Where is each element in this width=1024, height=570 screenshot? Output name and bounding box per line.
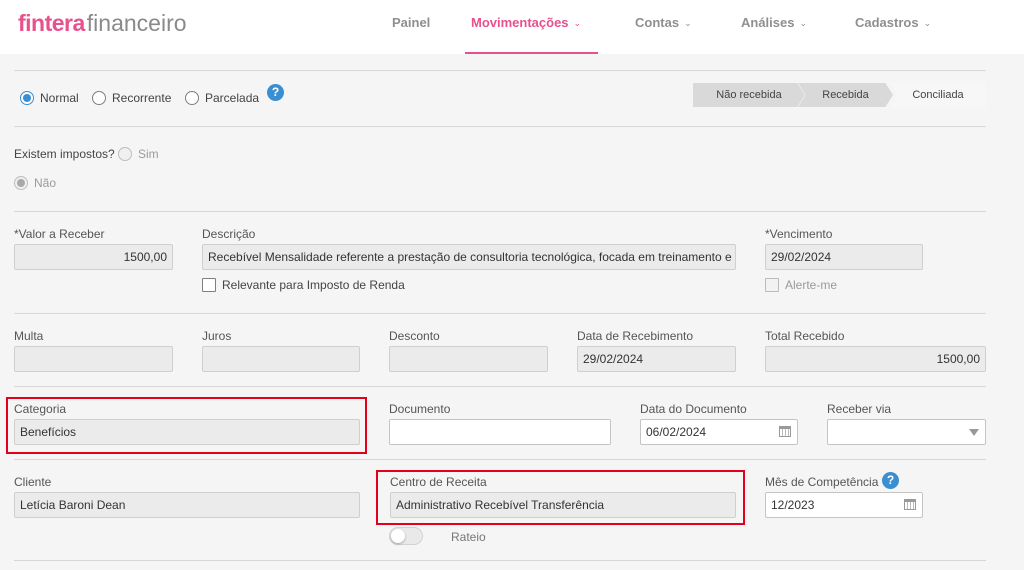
nav-contas-label: Contas [635,15,680,30]
mes-competencia-input[interactable]: 12/2023 [765,492,923,518]
chevron-down-icon: ⌄ [923,18,932,28]
calendar-icon[interactable] [779,426,791,437]
total-recebido-label: Total Recebido [765,329,845,343]
chevron-down-icon: ⌄ [799,18,808,28]
cliente-label: Cliente [14,475,52,489]
valor-label: *Valor a Receber [14,227,105,241]
mes-competencia-label: Mês de Competência [765,475,879,489]
mes-competencia-value: 12/2023 [771,498,815,512]
centro-receita-input[interactable]: Administrativo Recebível Transferência [390,492,736,518]
alerte-me-label: Alerte-me [785,278,838,292]
nav-analises-label: Análises [741,15,795,30]
desconto-input[interactable] [389,346,548,372]
radio-recorrente[interactable] [92,91,106,105]
radio-taxes-no-label: Não [34,176,57,190]
juros-input[interactable] [202,346,360,372]
data-recebimento-label: Data de Recebimento [577,329,694,343]
alerte-me-checkbox[interactable] [765,278,779,292]
divider [14,126,986,127]
radio-taxes-yes[interactable] [118,147,132,161]
chevron-down-icon: ⌄ [573,18,582,28]
status-step-recebida[interactable]: Recebida [798,83,893,107]
cliente-input[interactable]: Letícia Baroni Dean [14,492,360,518]
nav-contas[interactable]: Contas ⌄ [635,15,692,30]
radio-taxes-no[interactable] [14,176,28,190]
status-step-nao-recebida[interactable]: Não recebida [693,83,805,107]
divider [14,459,986,460]
categoria-label: Categoria [14,402,67,416]
total-recebido-input[interactable]: 1500,00 [765,346,986,372]
relevante-ir-label: Relevante para Imposto de Renda [222,278,405,292]
divider [14,313,986,314]
rateio-toggle[interactable] [389,527,423,545]
multa-input[interactable] [14,346,173,372]
data-documento-label: Data do Documento [640,402,747,416]
logo-brand: fintera [18,10,85,36]
divider [14,560,986,561]
descricao-input[interactable]: Recebível Mensalidade referente a presta… [202,244,736,270]
help-icon[interactable]: ? [882,472,899,489]
nav-painel-label: Painel [392,15,431,30]
nav-movimentacoes[interactable]: Movimentações ⌄ [471,15,581,30]
dropdown-arrow-icon[interactable] [969,429,979,436]
status-step-conciliada[interactable]: Conciliada [890,83,986,107]
receber-via-select[interactable] [827,419,986,445]
nav-cadastros-label: Cadastros [855,15,919,30]
divider [14,211,986,212]
vencimento-label: *Vencimento [765,227,833,241]
centro-receita-label: Centro de Receita [390,475,487,489]
vencimento-input[interactable]: 29/02/2024 [765,244,923,270]
relevante-ir-checkbox[interactable] [202,278,216,292]
help-icon[interactable]: ? [267,84,284,101]
nav-analises[interactable]: Análises ⌄ [741,15,807,30]
taxes-question: Existem impostos? [14,147,115,161]
desconto-label: Desconto [389,329,440,343]
data-documento-input[interactable]: 06/02/2024 [640,419,798,445]
nav-cadastros[interactable]: Cadastros ⌄ [855,15,931,30]
valor-input[interactable]: 1500,00 [14,244,173,270]
data-documento-value: 06/02/2024 [646,425,707,439]
radio-normal[interactable] [20,91,34,105]
radio-taxes-yes-label: Sim [138,147,159,161]
nav-painel[interactable]: Painel [392,15,430,30]
documento-label: Documento [389,402,451,416]
radio-recorrente-label: Recorrente [112,91,172,105]
radio-normal-label: Normal [40,91,79,105]
divider [14,70,986,71]
documento-input[interactable] [389,419,611,445]
radio-parcelada-label: Parcelada [205,91,260,105]
top-navigation-bar: finterafinanceiro Painel Movimentações ⌄ … [0,0,1024,54]
receber-via-label: Receber via [827,402,892,416]
active-nav-underline [465,52,598,54]
multa-label: Multa [14,329,44,343]
fintera-logo[interactable]: finterafinanceiro [18,10,187,36]
chevron-down-icon: ⌄ [684,18,692,28]
divider [14,386,986,387]
calendar-icon[interactable] [904,499,916,510]
nav-movimentacoes-label: Movimentações [471,15,569,30]
juros-label: Juros [202,329,232,343]
rateio-label: Rateio [451,530,486,544]
radio-parcelada[interactable] [185,91,199,105]
logo-suffix: financeiro [86,10,187,36]
data-recebimento-input[interactable]: 29/02/2024 [577,346,736,372]
categoria-input[interactable]: Benefícios [14,419,360,445]
descricao-label: Descrição [202,227,256,241]
toggle-knob [391,529,405,543]
